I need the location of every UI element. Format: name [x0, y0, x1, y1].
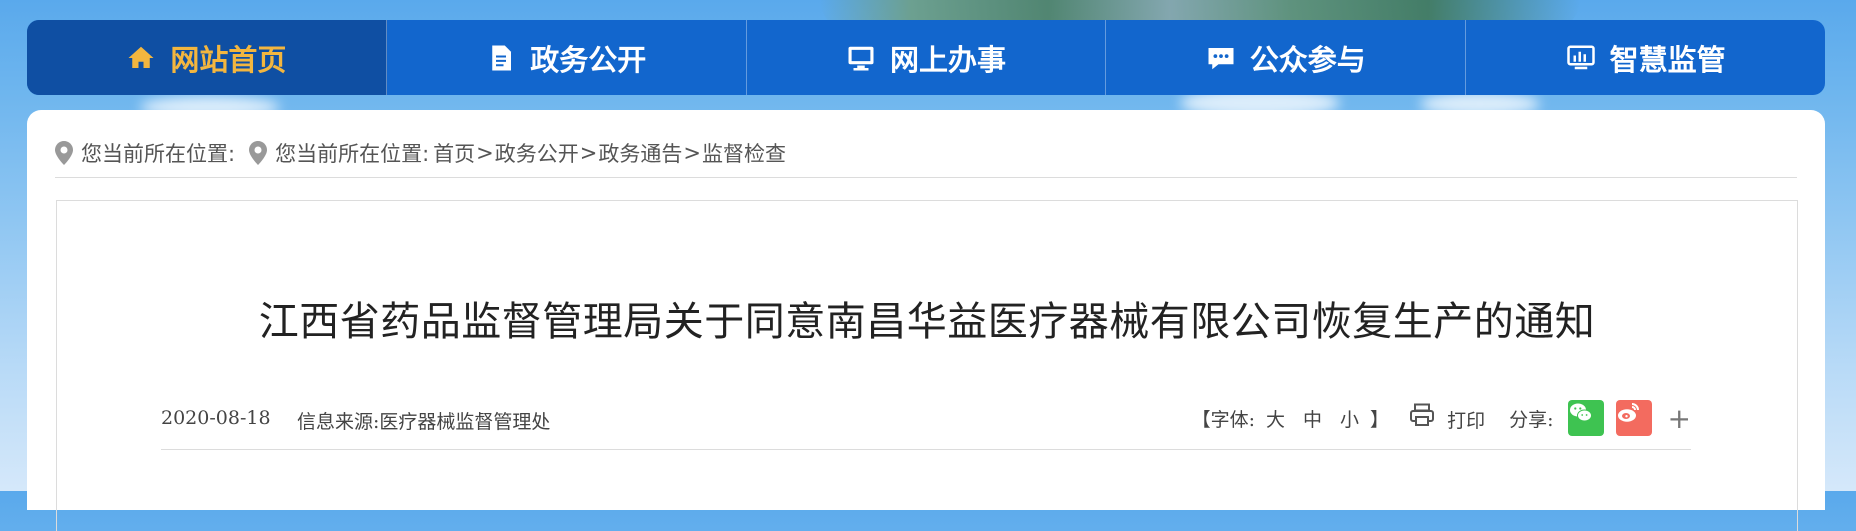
nav-item-online-services[interactable]: 网上办事 [747, 20, 1107, 95]
nav-item-label: 网站首页 [170, 42, 287, 77]
info-source: 信息来源:医疗器械监督管理处 [297, 407, 550, 434]
article-meta: 2020-08-18 信息来源:医疗器械监督管理处 【字体: 大 中 小 】 打… [161, 400, 1691, 436]
chat-icon [1208, 47, 1234, 69]
breadcrumb-separator: > [476, 141, 494, 165]
breadcrumb-link-inspection[interactable]: 监督检查 [702, 138, 786, 168]
article-title: 江西省药品监督管理局关于同意南昌华益医疗器械有限公司恢复生产的通知 [258, 299, 1596, 345]
nav-item-label: 网上办事 [889, 42, 1006, 77]
nav-item-label: 政务公开 [530, 42, 647, 77]
wechat-icon [1569, 403, 1592, 422]
print-button[interactable]: 打印 [1409, 403, 1485, 433]
breadcrumb-link-home[interactable]: 首页 [433, 138, 475, 168]
print-label: 打印 [1447, 410, 1486, 432]
article-container: 江西省药品监督管理局关于同意南昌华益医疗器械有限公司恢复生产的通知 2020-0… [56, 200, 1798, 531]
meta-divider [161, 449, 1691, 450]
location-pin-icon [55, 141, 73, 165]
font-size-large-button[interactable]: 大 [1266, 405, 1285, 432]
breadcrumb-divider [55, 177, 1797, 178]
breadcrumb-label: 您当前所在位置: [275, 142, 430, 166]
breadcrumb-label: 您当前所在位置: [81, 142, 236, 166]
font-size-small-button[interactable]: 小 [1340, 405, 1359, 432]
document-icon [492, 45, 512, 70]
nav-item-public-participation[interactable]: 公众参与 [1106, 20, 1467, 95]
breadcrumb-link-notices[interactable]: 政务通告 [598, 138, 682, 168]
nav-item-government-affairs[interactable]: 政务公开 [387, 20, 747, 95]
breadcrumb-separator: > [683, 141, 701, 165]
home-icon [128, 46, 154, 68]
chart-monitor-icon [1566, 45, 1595, 69]
share-label: 分享: [1509, 408, 1554, 431]
font-size-label: 【字体: [1191, 408, 1255, 431]
share-more-button[interactable]: + [1668, 402, 1691, 435]
article-tools: 【字体: 大 中 小 】 打印 分享: + [1190, 400, 1691, 436]
share-wechat-button[interactable] [1567, 400, 1604, 436]
nav-item-smart-supervision[interactable]: 智慧监管 [1466, 20, 1825, 95]
font-size-close-bracket: 】 [1370, 408, 1390, 431]
content-panel: 您当前所在位置: 您当前所在位置: 首页 > 政务公开 > 政务通告 > 监督检… [27, 110, 1825, 531]
printer-icon [1410, 403, 1435, 426]
weibo-icon [1617, 403, 1639, 422]
font-size-medium-button[interactable]: 中 [1303, 405, 1322, 432]
share-weibo-button[interactable] [1615, 400, 1652, 436]
location-pin-icon [249, 141, 268, 165]
monitor-icon [848, 46, 874, 70]
source-label: 信息来源: [297, 411, 380, 433]
nav-item-home[interactable]: 网站首页 [27, 20, 387, 95]
nav-item-label: 公众参与 [1249, 42, 1366, 77]
breadcrumb-separator: > [579, 141, 598, 165]
main-navigation: 网站首页 政务公开 网上办事 公众参与 智慧监管 [27, 20, 1825, 95]
publish-date: 2020-08-18 [161, 407, 271, 429]
source-value: 医疗器械监督管理处 [379, 411, 551, 433]
nav-item-label: 智慧监管 [1609, 42, 1726, 77]
breadcrumb-link-government-affairs[interactable]: 政务公开 [495, 138, 579, 168]
breadcrumb: 您当前所在位置: 您当前所在位置: 首页 > 政务公开 > 政务通告 > 监督检… [55, 138, 786, 168]
